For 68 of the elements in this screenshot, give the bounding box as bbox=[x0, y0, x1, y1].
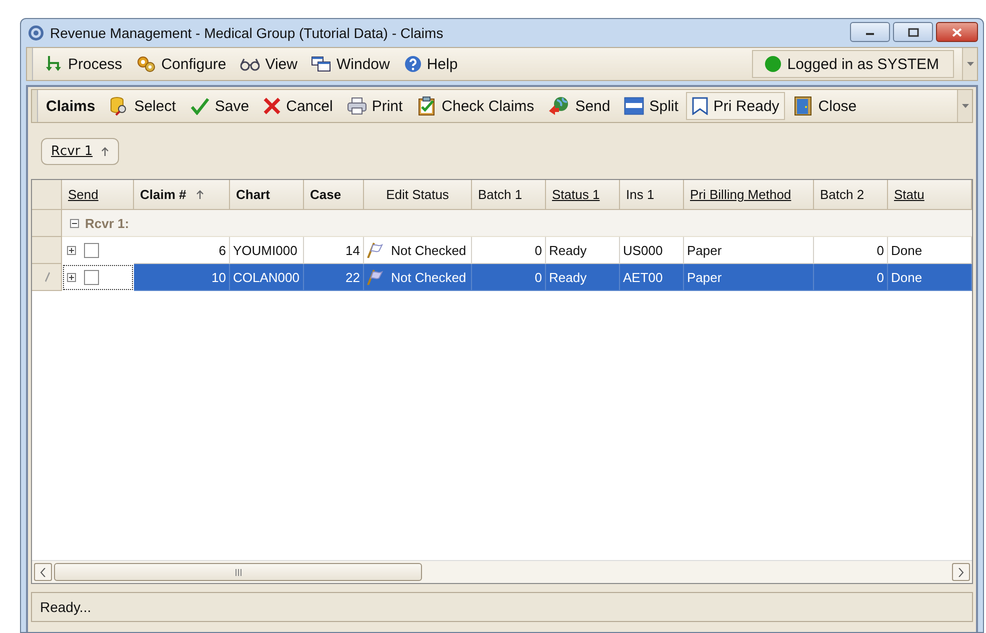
collapse-icon[interactable] bbox=[70, 218, 79, 228]
menu-item[interactable]: Help bbox=[400, 53, 462, 75]
app-logo-icon bbox=[28, 25, 44, 41]
window-title: Revenue Management - Medical Group (Tutorial Data) - Claims bbox=[50, 25, 444, 41]
scroll-right-button[interactable] bbox=[952, 563, 970, 581]
status-text: Ready... bbox=[40, 599, 92, 615]
menu-item[interactable]: Configure bbox=[132, 53, 230, 75]
maximize-button[interactable] bbox=[893, 22, 933, 42]
chevron-right-icon bbox=[958, 568, 964, 576]
toolbar-button[interactable]: Save bbox=[184, 92, 256, 120]
toolbar-button[interactable]: Check Claims bbox=[410, 92, 540, 120]
glasses-icon bbox=[240, 57, 260, 71]
toolbar-button[interactable]: Pri Ready bbox=[686, 92, 786, 120]
toolbar-grip[interactable] bbox=[32, 90, 38, 122]
toolbar-button[interactable]: Select bbox=[103, 92, 182, 120]
close-icon bbox=[952, 28, 962, 36]
login-text: Logged in as SYSTEM bbox=[787, 56, 939, 72]
maximize-icon bbox=[908, 28, 918, 36]
table-cell: Ready bbox=[546, 264, 620, 291]
scroll-left-button[interactable] bbox=[34, 563, 52, 581]
table-cell: Paper bbox=[684, 264, 814, 291]
printer-icon bbox=[346, 97, 367, 115]
gears-icon bbox=[136, 55, 156, 73]
flag-icon bbox=[692, 97, 708, 115]
toolbar-button[interactable]: Cancel bbox=[257, 92, 339, 120]
toolbar-title: Claims bbox=[46, 98, 96, 114]
toolbar-button[interactable]: Print bbox=[340, 92, 409, 120]
expand-icon[interactable] bbox=[67, 273, 76, 282]
split-icon bbox=[624, 97, 644, 115]
table-cell: 22 bbox=[304, 264, 364, 291]
group-by-chip[interactable]: Rcvr 1 bbox=[41, 138, 119, 164]
caret-icon bbox=[966, 62, 974, 66]
toolbar-button[interactable]: Split bbox=[618, 92, 684, 120]
overflow-button[interactable] bbox=[957, 90, 972, 122]
checkmark-icon bbox=[190, 97, 210, 115]
globe-arrow-icon bbox=[548, 96, 570, 116]
help-icon bbox=[404, 55, 422, 73]
checkbox[interactable] bbox=[84, 270, 99, 285]
arrows-icon bbox=[45, 55, 63, 73]
close-button[interactable] bbox=[936, 22, 978, 42]
table-cell: Done bbox=[888, 264, 972, 291]
door-icon bbox=[793, 96, 814, 116]
menu-item[interactable]: Process bbox=[41, 53, 126, 75]
table-cell: AET00 bbox=[620, 264, 684, 291]
close-icon bbox=[263, 97, 282, 115]
checkbox[interactable] bbox=[84, 243, 99, 258]
scroll-thumb[interactable] bbox=[54, 563, 422, 581]
toolbar-button[interactable]: Send bbox=[542, 92, 616, 120]
menu-item[interactable]: View bbox=[236, 53, 302, 75]
table-cell: COLAN000 bbox=[230, 264, 304, 291]
status-cell: Not Checked bbox=[364, 264, 472, 291]
table-cell: 0 bbox=[472, 264, 546, 291]
caret-icon bbox=[962, 104, 968, 108]
windows-icon bbox=[311, 56, 332, 72]
minimize-button[interactable] bbox=[850, 22, 890, 42]
toolbar-grip[interactable] bbox=[27, 48, 33, 80]
chevron-left-icon bbox=[40, 568, 46, 576]
table-cell: 10 bbox=[134, 264, 230, 291]
overflow-button[interactable] bbox=[962, 48, 977, 80]
clipboard-check-icon bbox=[416, 96, 437, 116]
row-header bbox=[32, 180, 62, 210]
menu-item[interactable]: Window bbox=[307, 53, 394, 75]
horizontal-scrollbar[interactable] bbox=[32, 560, 972, 583]
table-cell: 0 bbox=[814, 264, 888, 291]
group-label: Rcvr 1: bbox=[85, 216, 130, 230]
grip-icon bbox=[234, 568, 242, 576]
toolbar-button[interactable]: Close bbox=[787, 92, 863, 120]
expand-icon[interactable] bbox=[67, 246, 76, 255]
